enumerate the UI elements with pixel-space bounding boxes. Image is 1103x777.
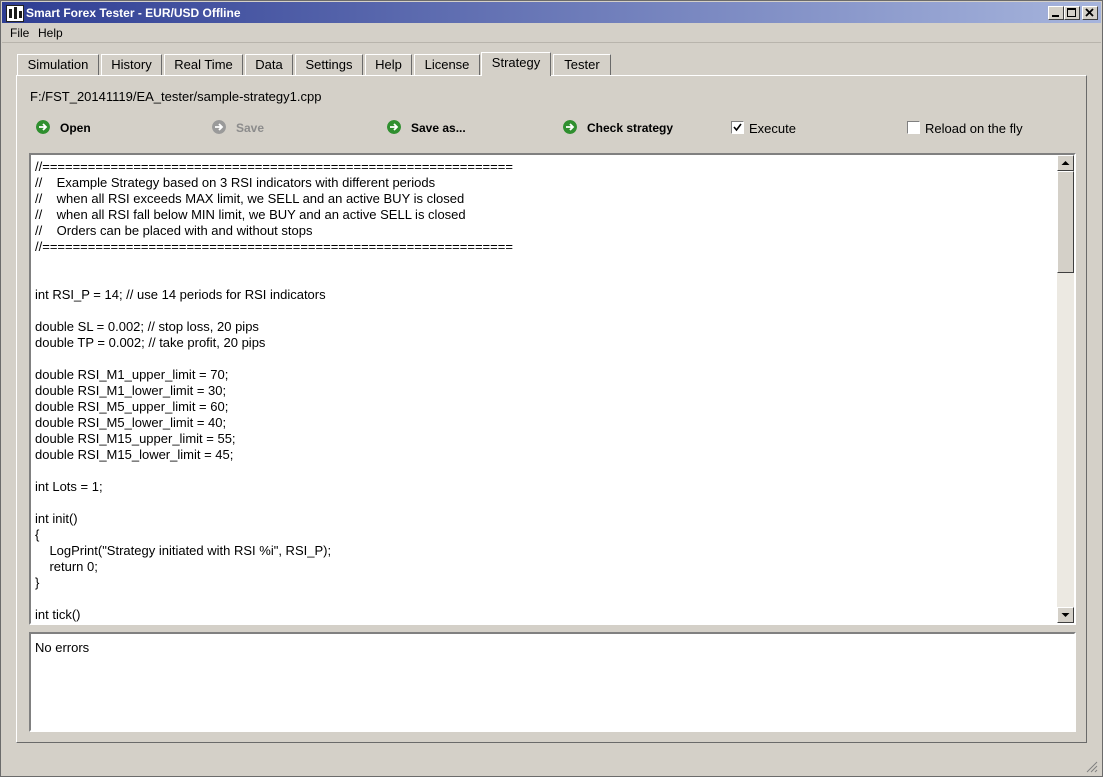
code-line: return 0;	[35, 559, 98, 574]
execute-label: Execute	[749, 121, 796, 136]
code-line: int Lots = 1;	[35, 479, 103, 494]
tab-data[interactable]: Data	[245, 54, 293, 75]
code-line: double RSI_M5_lower_limit = 40;	[35, 415, 227, 430]
code-line: double RSI_M15_upper_limit = 55;	[35, 431, 236, 446]
code-line: // when all RSI fall below MIN limit, we…	[35, 207, 466, 222]
menu-file[interactable]: File	[10, 26, 29, 40]
code-line: // Orders can be placed with and without…	[35, 223, 313, 238]
menu-help[interactable]: Help	[38, 26, 63, 40]
execute-checkbox-box[interactable]	[731, 121, 744, 134]
save-as-label: Save as...	[411, 121, 466, 135]
app-icon	[6, 5, 24, 22]
close-icon	[1085, 8, 1094, 17]
code-line: double SL = 0.002; // stop loss, 20 pips	[35, 319, 259, 334]
checkmark-icon	[733, 123, 742, 132]
reload-checkbox-box[interactable]	[907, 121, 920, 134]
close-button[interactable]	[1082, 6, 1098, 20]
open-label: Open	[60, 121, 91, 135]
resize-grip-icon[interactable]	[1086, 761, 1098, 773]
app-window: Smart Forex Tester - EUR/USD Offline Fil…	[0, 0, 1103, 777]
tab-license[interactable]: License	[414, 54, 480, 75]
save-button[interactable]: Save	[212, 120, 282, 138]
code-editor[interactable]: //======================================…	[29, 153, 1076, 625]
tab-tester[interactable]: Tester	[553, 54, 611, 75]
code-line: LogPrint("Strategy initiated with RSI %i…	[35, 543, 332, 558]
scroll-down-button[interactable]	[1057, 607, 1074, 623]
check-strategy-button[interactable]: Check strategy	[563, 120, 683, 138]
maximize-icon	[1067, 8, 1076, 17]
arrow-right-circle-icon	[563, 120, 577, 134]
reload-on-fly-checkbox[interactable]: Reload on the fly	[907, 121, 1037, 137]
check-strategy-label: Check strategy	[587, 121, 674, 135]
menu-bar: File Help	[2, 23, 1101, 43]
save-as-button[interactable]: Save as...	[387, 120, 477, 138]
minimize-button[interactable]	[1048, 6, 1064, 20]
code-line: {	[35, 527, 40, 542]
code-line: int RSI_P = 14; // use 14 periods for RS…	[35, 287, 326, 302]
arrow-right-circle-icon	[212, 120, 226, 134]
tab-history[interactable]: History	[101, 54, 162, 75]
code-line: int tick()	[35, 607, 81, 622]
output-message: No errors	[35, 640, 90, 655]
tab-help[interactable]: Help	[365, 54, 412, 75]
code-line: // Example Strategy based on 3 RSI indic…	[35, 175, 436, 190]
save-label: Save	[236, 121, 265, 135]
code-line: // when all RSI exceeds MAX limit, we SE…	[35, 191, 465, 206]
output-panel[interactable]: No errors	[29, 632, 1076, 732]
arrow-down-icon	[1061, 613, 1070, 617]
arrow-right-circle-icon	[36, 120, 50, 134]
code-line: double RSI_M15_lower_limit = 45;	[35, 447, 234, 462]
code-line: }	[35, 575, 40, 590]
open-button[interactable]: Open	[36, 120, 106, 138]
scrollbar-thumb[interactable]	[1057, 171, 1074, 273]
execute-checkbox[interactable]: Execute	[731, 121, 811, 137]
title-bar[interactable]: Smart Forex Tester - EUR/USD Offline	[2, 2, 1101, 23]
code-line: double RSI_M1_lower_limit = 30;	[35, 383, 227, 398]
code-line: //======================================…	[35, 239, 513, 254]
scroll-up-button[interactable]	[1057, 155, 1074, 171]
code-line: double RSI_M1_upper_limit = 70;	[35, 367, 229, 382]
tab-real-time[interactable]: Real Time	[164, 54, 243, 75]
tab-settings[interactable]: Settings	[295, 54, 363, 75]
code-line: double RSI_M5_upper_limit = 60;	[35, 399, 229, 414]
editor-scrollbar[interactable]	[1057, 155, 1074, 623]
file-path: F:/FST_20141119/EA_tester/sample-strateg…	[30, 89, 322, 104]
minimize-icon	[1052, 15, 1059, 17]
reload-label: Reload on the fly	[925, 121, 1023, 136]
window-title: Smart Forex Tester - EUR/USD Offline	[26, 6, 241, 20]
arrow-up-icon	[1061, 161, 1070, 165]
code-line: double TP = 0.002; // take profit, 20 pi…	[35, 335, 266, 350]
arrow-right-circle-icon	[387, 120, 401, 134]
tab-simulation[interactable]: Simulation	[17, 54, 99, 75]
maximize-button[interactable]	[1064, 6, 1080, 20]
code-text[interactable]: //======================================…	[35, 159, 1055, 623]
tab-strategy[interactable]: Strategy	[481, 52, 551, 76]
code-line: //======================================…	[35, 159, 513, 174]
code-line: int init()	[35, 511, 78, 526]
